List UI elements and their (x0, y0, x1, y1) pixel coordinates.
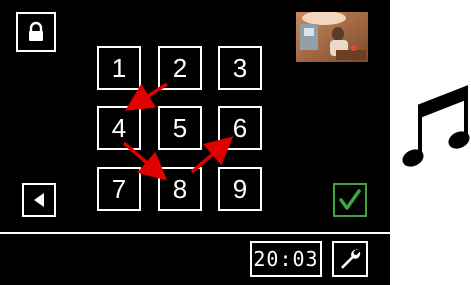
keypad-key-8[interactable]: 8 (158, 167, 202, 211)
settings-button[interactable] (332, 241, 368, 277)
keypad-key-6[interactable]: 6 (218, 106, 262, 150)
keypad-key-2[interactable]: 2 (158, 46, 202, 90)
keypad-key-5[interactable]: 5 (158, 106, 202, 150)
scene-thumbnail (296, 12, 368, 62)
wrench-icon (341, 248, 361, 269)
music-notes-icon (402, 85, 470, 167)
confirm-button[interactable] (333, 183, 367, 217)
clock-display: 20:03 (250, 241, 322, 277)
keypad-key-4[interactable]: 4 (97, 106, 141, 150)
keypad-key-1[interactable]: 1 (97, 46, 141, 90)
lock-screen: 1 2 3 4 5 6 7 8 9 20:03 (0, 0, 390, 285)
keypad-key-9[interactable]: 9 (218, 167, 262, 211)
divider (0, 232, 390, 234)
padlock-icon (29, 21, 43, 41)
keypad-key-7[interactable]: 7 (97, 167, 141, 211)
lock-button[interactable] (16, 12, 56, 52)
checkmark-icon (339, 189, 361, 210)
left-arrow-icon (34, 193, 44, 207)
keypad-key-3[interactable]: 3 (218, 46, 262, 90)
back-button[interactable] (22, 183, 56, 217)
